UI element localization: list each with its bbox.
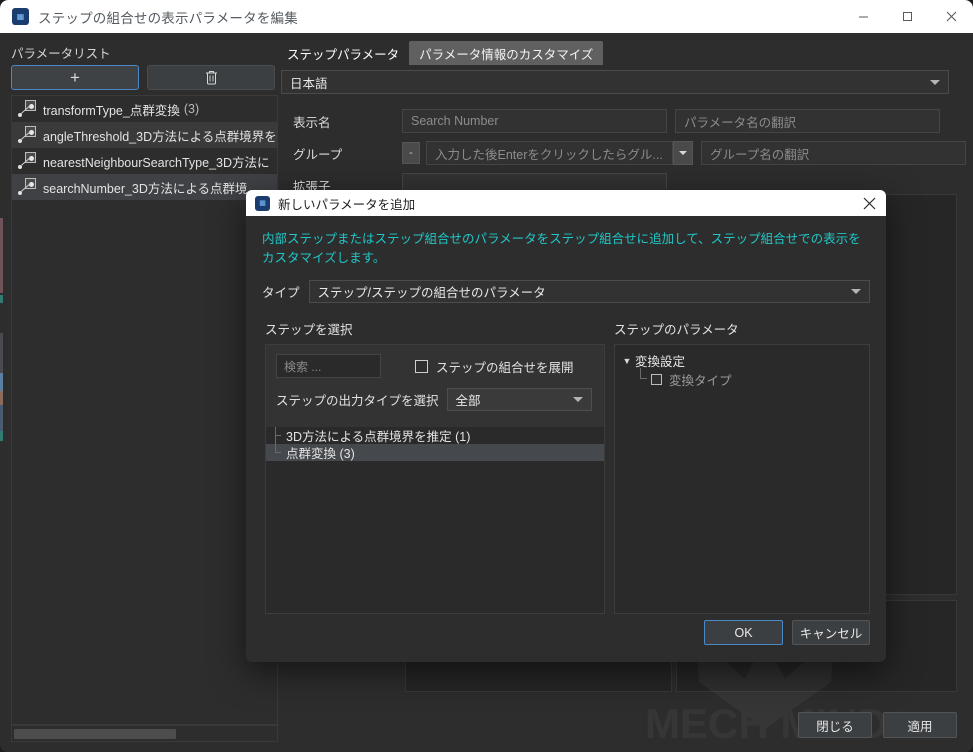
tree-branch-icon <box>637 368 651 389</box>
chevron-down-icon <box>851 289 861 294</box>
window-title: ステップの組合せの表示パラメータを編集 <box>38 10 298 26</box>
display-name-translation-input[interactable]: パラメータ名の翻訳 <box>675 109 940 133</box>
parameter-node-icon <box>18 152 38 170</box>
maximize-icon[interactable] <box>885 0 929 33</box>
tab-customize-parameter-info[interactable]: パラメータ情報のカスタマイズ <box>409 41 604 65</box>
tree-root-label: 変換設定 <box>635 355 686 369</box>
list-item[interactable]: angleThreshold_3D方法による点群境界を <box>12 122 277 148</box>
tab-step-parameter[interactable]: ステップパラメータ <box>277 41 410 65</box>
step-parameters-tree[interactable]: ▼ 変換設定 変換タイプ <box>614 344 870 614</box>
parameter-node-icon <box>18 100 38 118</box>
minimize-icon[interactable] <box>841 0 885 33</box>
chevron-down-icon[interactable]: ▼ <box>619 356 635 366</box>
group-remove-button[interactable]: - <box>402 142 420 164</box>
select-step-column: ステップを選択 検索 ... ステップの組合せを展開 ステップの出力タイプを選択 <box>265 319 618 614</box>
parameter-list-toolbar: + <box>11 65 275 90</box>
tree-child-row[interactable]: 変換タイプ <box>619 368 869 389</box>
step-tree-list[interactable]: 3D方法による点群境界を推定 (1) 点群変換 (3) <box>266 427 604 613</box>
window-controls <box>841 0 973 33</box>
output-type-label: ステップの出力タイプを選択 <box>276 394 439 408</box>
add-parameter-dialog: ▦ 新しいパラメータを追加 内部ステップまたはステップ組合せのパラメータをステッ… <box>246 190 886 662</box>
dialog-close-icon[interactable] <box>852 190 886 216</box>
list-item-label: transformType_点群変換 <box>43 103 180 118</box>
display-name-label: 表示名 <box>293 115 331 130</box>
close-button[interactable]: 閉じる <box>798 712 872 738</box>
list-item-count: (3) <box>183 102 200 116</box>
window-titlebar: ▦ ステップの組合せの表示パラメータを編集 <box>0 0 973 33</box>
scrollbar-thumb[interactable] <box>14 729 176 739</box>
group-input[interactable]: 入力した後Enterをクリックしたらグル... <box>426 141 673 165</box>
language-value: 日本語 <box>290 76 328 91</box>
parameter-list-pane: パラメータリスト + transformType_点群変換 (3) angleT… <box>0 33 278 752</box>
list-item-label: nearestNeighbourSearchType_3D方法に <box>43 155 270 170</box>
delete-parameter-button[interactable] <box>147 65 275 90</box>
type-value: ステップ/ステップの組合せのパラメータ <box>317 286 546 300</box>
cancel-button[interactable]: キャンセル <box>792 620 870 645</box>
dialog-title: 新しいパラメータを追加 <box>278 197 416 212</box>
display-name-row: 表示名 Search Number パラメータ名の翻訳 <box>277 105 973 137</box>
chevron-down-icon <box>572 397 583 402</box>
chevron-down-icon <box>930 79 940 85</box>
parameter-checkbox[interactable] <box>651 374 662 385</box>
app-window: ▦ ステップの組合せの表示パラメータを編集 パラメータリスト + transfo… <box>0 0 973 752</box>
filter-top-row: 検索 ... ステップの組合せを展開 <box>276 354 594 378</box>
tree-row-label: 点群変換 (3) <box>286 447 355 461</box>
tree-branch-icon <box>270 444 286 461</box>
step-filter-area: 検索 ... ステップの組合せを展開 ステップの出力タイプを選択 全部 <box>266 345 604 427</box>
parameter-node-icon <box>18 178 38 196</box>
type-label: タイプ <box>262 286 300 300</box>
search-input[interactable]: 検索 ... <box>276 354 381 378</box>
tree-root-row[interactable]: ▼ 変換設定 <box>619 351 869 370</box>
app-icon: ▦ <box>12 8 29 25</box>
step-parameters-column: ステップのパラメータ ▼ 変換設定 変換タイプ <box>614 319 870 614</box>
group-label: グループ <box>293 147 343 162</box>
select-step-title: ステップを選択 <box>265 323 353 337</box>
list-item-label: angleThreshold_3D方法による点群境界を <box>43 129 277 144</box>
filter-bottom-row: ステップの出力タイプを選択 全部 <box>276 388 594 411</box>
group-dropdown-button[interactable] <box>673 141 693 165</box>
type-select[interactable]: ステップ/ステップの組合せのパラメータ <box>308 280 870 303</box>
detail-tabs: ステップパラメータ パラメータ情報のカスタマイズ <box>277 41 604 65</box>
list-item[interactable]: nearestNeighbourSearchType_3D方法に <box>12 148 277 174</box>
dialog-description: 内部ステップまたはステップ組合せのパラメータをステップ組合せに追加して、ステップ… <box>262 232 861 265</box>
trash-icon <box>205 71 217 85</box>
group-translation-input[interactable]: グループ名の翻訳 <box>701 141 966 165</box>
expand-combination-checkbox[interactable] <box>415 359 428 373</box>
list-item[interactable]: searchNumber_3D方法による点群境 <box>12 174 277 200</box>
select-step-box: 検索 ... ステップの組合せを展開 ステップの出力タイプを選択 全部 3D方法… <box>265 344 605 614</box>
step-parameters-title: ステップのパラメータ <box>614 323 739 337</box>
list-item[interactable]: transformType_点群変換 (3) <box>12 96 277 122</box>
parameter-form: 表示名 Search Number パラメータ名の翻訳 グループ - 入力した後… <box>277 105 973 201</box>
tree-branch-icon <box>270 427 286 444</box>
parameter-list-label: パラメータリスト <box>11 47 111 61</box>
plus-icon: + <box>70 68 80 87</box>
list-item-label: searchNumber_3D方法による点群境 <box>43 181 248 196</box>
tree-row[interactable]: 3D方法による点群境界を推定 (1) <box>266 427 604 444</box>
output-type-select[interactable]: 全部 <box>446 388 592 411</box>
type-row: タイプ ステップ/ステップの組合せのパラメータ <box>262 280 870 303</box>
add-parameter-button[interactable]: + <box>11 65 139 90</box>
parameter-list-hscrollbar[interactable] <box>11 725 278 742</box>
app-icon: ▦ <box>255 195 270 211</box>
dialog-columns: ステップを選択 検索 ... ステップの組合せを展開 ステップの出力タイプを選択 <box>265 319 870 614</box>
dialog-action-buttons: OK キャンセル <box>704 620 870 645</box>
group-row: グループ - 入力した後Enterをクリックしたらグル... グループ名の翻訳 <box>277 137 973 169</box>
parameter-node-icon <box>18 126 38 144</box>
apply-button[interactable]: 適用 <box>883 712 957 738</box>
parameter-list[interactable]: transformType_点群変換 (3) angleThreshold_3D… <box>11 95 278 725</box>
dialog-titlebar: ▦ 新しいパラメータを追加 <box>246 190 886 216</box>
expand-combination-label: ステップの組合せを展開 <box>436 360 574 375</box>
display-name-input[interactable]: Search Number <box>402 109 667 133</box>
expand-combination-checkbox-row[interactable]: ステップの組合せを展開 <box>415 357 574 376</box>
tree-row[interactable]: 点群変換 (3) <box>266 444 604 461</box>
tree-child-label: 変換タイプ <box>669 374 732 388</box>
window-action-buttons: 閉じる 適用 <box>798 712 957 738</box>
output-type-value: 全部 <box>455 394 481 408</box>
ok-button[interactable]: OK <box>704 620 783 645</box>
chevron-down-icon <box>679 151 687 155</box>
language-select[interactable]: 日本語 <box>281 70 949 94</box>
close-icon[interactable] <box>929 0 973 33</box>
